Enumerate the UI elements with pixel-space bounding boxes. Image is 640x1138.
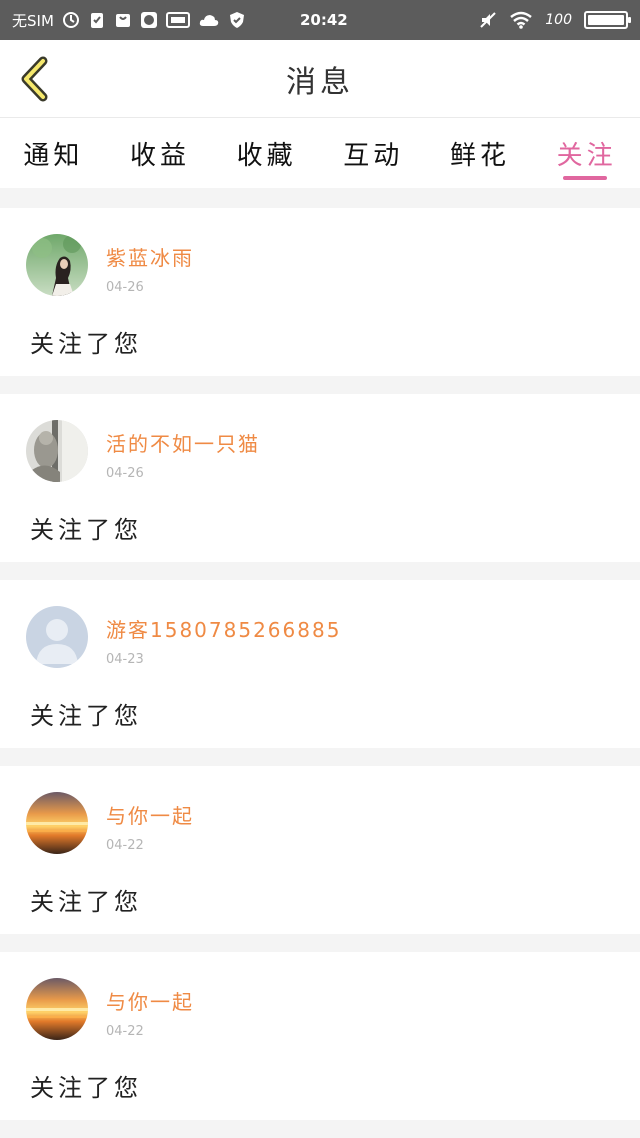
tab-bar: 通知 收益 收藏 互动 鲜花 关注 bbox=[0, 118, 640, 188]
wifi-icon bbox=[509, 11, 533, 29]
battery-percent: 100 bbox=[545, 12, 572, 28]
sim-status: 无SIM bbox=[12, 11, 54, 30]
sync-icon bbox=[62, 11, 80, 29]
message-date: 04-26 bbox=[106, 280, 144, 295]
bag-icon bbox=[114, 11, 132, 29]
avatar[interactable] bbox=[26, 234, 88, 296]
clipboard-icon bbox=[88, 11, 106, 29]
user-name[interactable]: 与你一起 bbox=[106, 986, 194, 1015]
mute-icon bbox=[479, 11, 497, 29]
list-item[interactable]: 与你一起 04-22 关注了您 bbox=[0, 952, 640, 1120]
message-text: 关注了您 bbox=[30, 702, 142, 730]
user-name[interactable]: 紫蓝冰雨 bbox=[106, 242, 194, 271]
status-right: 100 bbox=[479, 11, 631, 29]
user-name[interactable]: 与你一起 bbox=[106, 800, 194, 829]
message-date: 04-23 bbox=[106, 652, 144, 667]
back-button[interactable] bbox=[14, 54, 54, 104]
list-item[interactable]: 紫蓝冰雨 04-26 关注了您 bbox=[0, 208, 640, 376]
page-title: 消息 bbox=[286, 64, 354, 100]
status-left: 无SIM bbox=[12, 10, 246, 31]
message-text: 关注了您 bbox=[30, 516, 142, 544]
message-date: 04-22 bbox=[106, 838, 144, 853]
message-text: 关注了您 bbox=[30, 1074, 142, 1102]
message-list: 紫蓝冰雨 04-26 关注了您 活的不如一只猫 04-26 关注了您 游客158… bbox=[0, 190, 640, 1120]
user-name[interactable]: 活的不如一只猫 bbox=[106, 428, 260, 457]
message-date: 04-26 bbox=[106, 466, 144, 481]
message-text: 关注了您 bbox=[30, 330, 142, 358]
list-item[interactable]: 游客1580785266885 04-23 关注了您 bbox=[0, 580, 640, 748]
tab-flowers[interactable]: 鲜花 bbox=[450, 118, 510, 188]
avatar[interactable] bbox=[26, 792, 88, 854]
tab-interactions[interactable]: 互动 bbox=[343, 118, 403, 188]
tab-notifications[interactable]: 通知 bbox=[23, 118, 83, 188]
status-time: 20:42 bbox=[300, 11, 348, 29]
avatar[interactable] bbox=[26, 606, 88, 668]
list-item[interactable]: 与你一起 04-22 关注了您 bbox=[0, 766, 640, 934]
message-text: 关注了您 bbox=[30, 888, 142, 916]
list-item[interactable]: 活的不如一只猫 04-26 关注了您 bbox=[0, 394, 640, 562]
globe-icon bbox=[140, 11, 158, 29]
battery-icon bbox=[584, 11, 631, 29]
message-date: 04-22 bbox=[106, 1024, 144, 1039]
avatar[interactable] bbox=[26, 978, 88, 1040]
avatar[interactable] bbox=[26, 420, 88, 482]
user-name[interactable]: 游客1580785266885 bbox=[106, 614, 341, 643]
chevron-left-icon bbox=[21, 56, 48, 102]
shield-icon bbox=[228, 11, 246, 29]
header: 消息 bbox=[0, 40, 640, 118]
status-bar: 无SIM 20:42 100 bbox=[0, 0, 640, 40]
iqiyi-icon bbox=[165, 11, 190, 29]
tab-favorites[interactable]: 收藏 bbox=[237, 118, 297, 188]
cloud-icon bbox=[198, 11, 220, 29]
tab-follows[interactable]: 关注 bbox=[557, 118, 617, 188]
tab-earnings[interactable]: 收益 bbox=[130, 118, 190, 188]
